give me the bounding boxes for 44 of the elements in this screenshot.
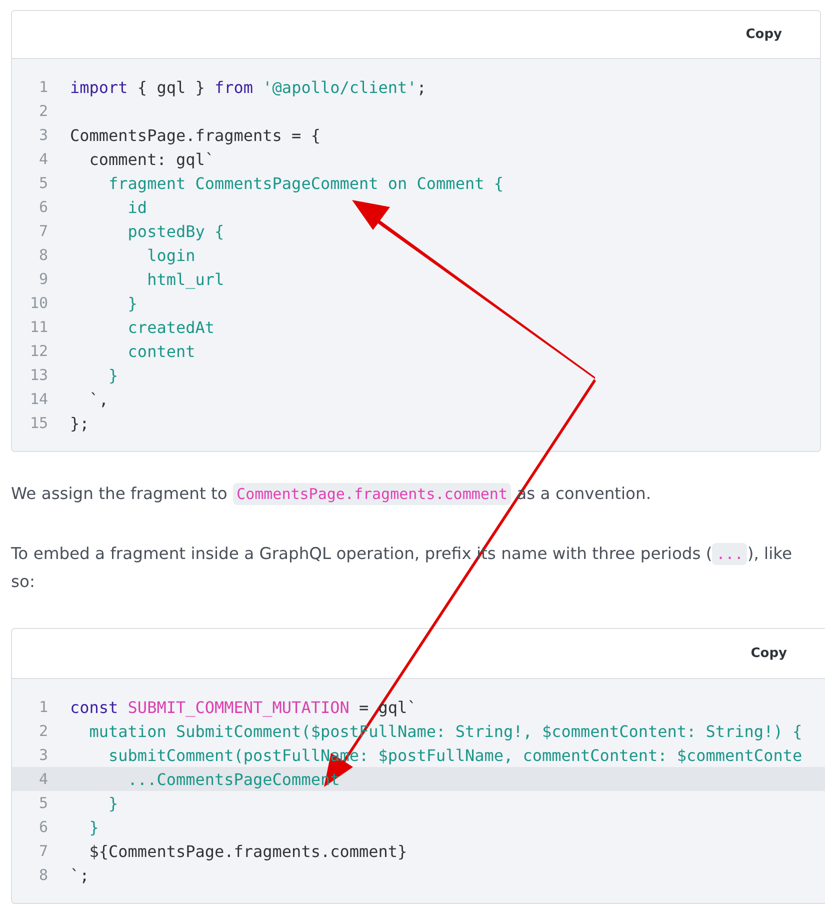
code-line: }; — [70, 414, 90, 433]
line-number: 5 — [38, 174, 48, 192]
code-line: `, — [88, 390, 109, 409]
code-line: import { gql } from '@apollo/client'; — [70, 78, 426, 97]
code-line: fragment CommentsPageComment on Comment { — [108, 174, 504, 193]
line-number: 1 — [38, 698, 48, 716]
line-number: 5 — [38, 794, 48, 812]
code-line: id — [126, 198, 148, 217]
line-number: 11 — [28, 318, 48, 336]
line-number: 2 — [38, 102, 48, 120]
code-line: ${CommentsPage.fragments.comment} — [88, 842, 408, 860]
line-number: 14 — [28, 390, 48, 408]
code-line: `; — [70, 866, 90, 884]
code-line: } — [126, 294, 138, 313]
line-number: 4 — [38, 770, 48, 788]
line-number: 10 — [28, 294, 48, 312]
line-number: 6 — [38, 198, 48, 216]
inline-code: ... — [712, 543, 748, 566]
line-number: 6 — [38, 818, 48, 836]
code-line: } — [108, 366, 118, 385]
line-number: 2 — [38, 722, 48, 740]
line-number: 3 — [38, 746, 48, 764]
code-line: } — [108, 794, 118, 812]
code-line: login — [146, 246, 196, 265]
line-number: 1 — [38, 78, 48, 96]
line-number: 7 — [38, 222, 48, 240]
code-line: content — [126, 342, 196, 361]
code-line: const SUBMIT_COMMENT_MUTATION = gql` — [70, 698, 417, 716]
line-number: 4 — [38, 150, 48, 168]
line-number: 15 — [28, 414, 48, 432]
code-line: comment: gql` — [88, 150, 214, 169]
line-number: 7 — [38, 842, 48, 860]
code-line: CommentsPage.fragments = { — [70, 126, 320, 145]
inline-code: CommentsPage.fragments.comment — [232, 483, 512, 506]
code-line: } — [88, 818, 99, 836]
line-number: 9 — [38, 270, 48, 288]
line-number: 3 — [38, 126, 48, 144]
line-number: 8 — [38, 246, 48, 264]
code-line: createdAt — [126, 318, 214, 337]
line-number: 8 — [38, 866, 48, 884]
code-line: postedBy { — [126, 222, 224, 241]
code-line: html_url — [146, 270, 224, 289]
line-number: 12 — [28, 342, 48, 360]
line-number: 13 — [28, 366, 48, 384]
